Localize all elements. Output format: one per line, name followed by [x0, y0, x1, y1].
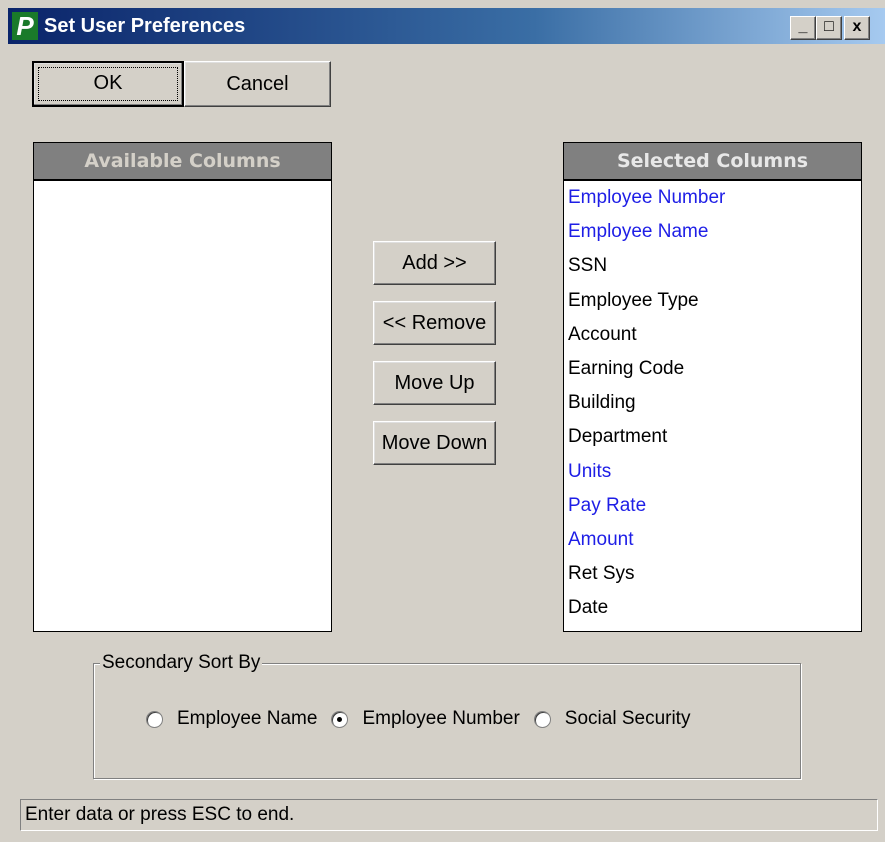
selected-column-item[interactable]: Employee Type	[568, 284, 861, 318]
selected-columns-header: Selected Columns	[564, 143, 861, 181]
selected-columns-list[interactable]: Selected Columns Employee Number Employee…	[563, 142, 862, 632]
minimize-icon: _	[798, 18, 808, 35]
secondary-sort-label: Secondary Sort By	[100, 652, 263, 674]
selected-column-item[interactable]: Ret Sys	[568, 557, 861, 591]
move-down-button-label: Move Down	[381, 432, 488, 454]
remove-button-label: << Remove	[382, 312, 487, 334]
window-title: Set User Preferences	[44, 15, 246, 37]
ok-button-label: OK	[93, 72, 123, 94]
selected-column-item[interactable]: Units	[568, 455, 861, 489]
ok-button[interactable]: OK	[32, 61, 184, 107]
available-columns-header: Available Columns	[34, 143, 331, 181]
minimize-button[interactable]: _	[790, 16, 816, 40]
selected-column-item[interactable]: Employee Number	[568, 181, 861, 215]
selected-columns-items[interactable]: Employee Number Employee Name SSN Employee …	[564, 181, 861, 625]
move-up-button-label: Move Up	[394, 372, 475, 394]
title-bar[interactable]: P Set User Preferences _ □ x	[8, 8, 885, 44]
selected-column-item[interactable]: Pay Rate	[568, 489, 861, 523]
sort-option-radio[interactable]: Social Security	[533, 708, 691, 730]
selected-column-item[interactable]: Account	[568, 318, 861, 352]
maximize-icon: □	[824, 18, 834, 35]
selected-column-item[interactable]: Employee Name	[568, 215, 861, 249]
selected-column-item[interactable]: Department	[568, 420, 861, 454]
radio-checked-icon[interactable]	[331, 710, 349, 728]
selected-column-item[interactable]: SSN	[568, 249, 861, 283]
selected-column-item[interactable]: Amount	[568, 523, 861, 557]
selected-column-item[interactable]: Building	[568, 386, 861, 420]
cancel-button[interactable]: Cancel	[184, 61, 331, 107]
close-button[interactable]: x	[844, 16, 870, 40]
remove-button[interactable]: << Remove	[373, 301, 496, 345]
sort-option-label: Employee Name	[177, 708, 318, 729]
radio-unchecked-icon[interactable]	[146, 710, 163, 728]
sort-option-label: Employee Number	[362, 708, 520, 729]
cancel-button-label: Cancel	[226, 73, 289, 95]
preferences-window: P Set User Preferences _ □ x OK Cancel A…	[0, 0, 885, 842]
add-button-label: Add >>	[402, 252, 467, 274]
move-down-button[interactable]: Move Down	[373, 421, 496, 465]
add-button[interactable]: Add >>	[373, 241, 496, 285]
move-up-button[interactable]: Move Up	[373, 361, 496, 405]
sort-option-radio[interactable]: Employee Name	[146, 708, 317, 730]
radio-unchecked-icon[interactable]	[533, 710, 551, 728]
secondary-sort-group: Secondary Sort By Employee Name Employee …	[93, 652, 801, 779]
app-logo-icon: P	[12, 12, 38, 40]
sort-options: Employee Name Employee Number Social Secur…	[146, 708, 704, 730]
status-bar: Enter data or press ESC to end.	[20, 799, 878, 831]
sort-option-radio[interactable]: Employee Number	[331, 708, 520, 730]
available-columns-list[interactable]: Available Columns	[33, 142, 332, 632]
selected-column-item[interactable]: Date	[568, 591, 861, 625]
close-icon: x	[852, 18, 862, 35]
selected-column-item[interactable]: Earning Code	[568, 352, 861, 386]
sort-option-label: Social Security	[564, 708, 691, 729]
maximize-button[interactable]: □	[816, 16, 842, 40]
